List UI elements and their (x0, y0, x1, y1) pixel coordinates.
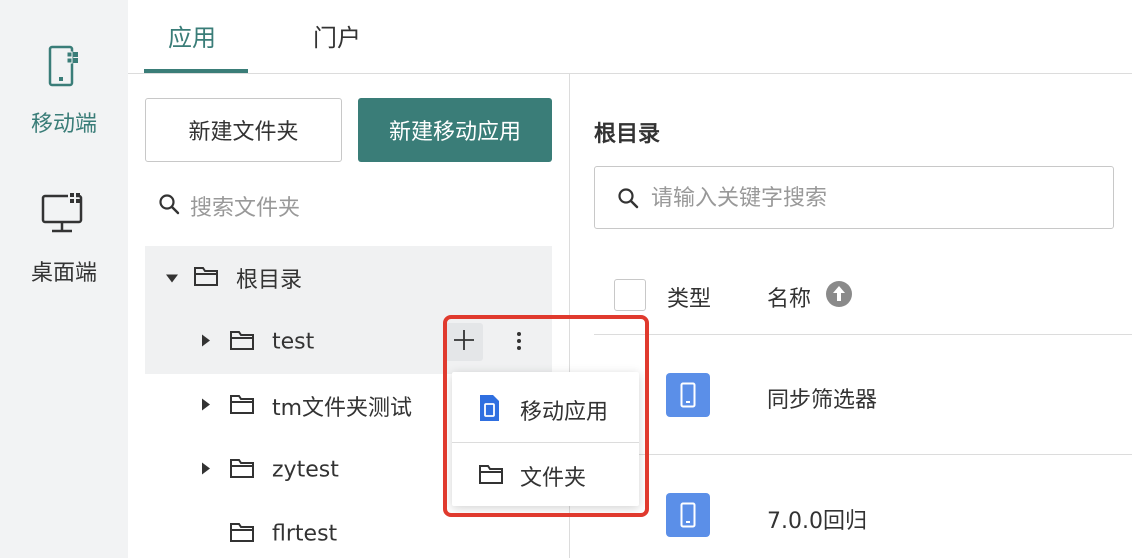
table-row-name[interactable]: 同步筛选器 (767, 382, 877, 414)
table-divider (594, 334, 1132, 335)
tab-bar: 应用 门户 (128, 0, 1132, 74)
select-all-checkbox[interactable] (614, 279, 646, 311)
tree-item-label: zytest (272, 457, 339, 483)
column-header-name[interactable]: 名称 (767, 281, 811, 313)
mobile-app-icon (666, 373, 710, 417)
folder-icon (229, 457, 255, 483)
folder-search-placeholder: 搜索文件夹 (190, 196, 301, 221)
sidebar-item-desktop[interactable]: 桌面端 (0, 186, 128, 286)
tab-portal[interactable]: 门户 (313, 18, 361, 53)
folder-icon (229, 329, 255, 355)
caret-right-icon[interactable] (201, 397, 211, 416)
sort-ascending-icon[interactable] (825, 280, 853, 312)
side-nav: 移动端 桌面端 (0, 0, 128, 558)
caret-down-icon[interactable] (165, 269, 179, 288)
search-input[interactable] (651, 179, 1091, 217)
tree-item-label: test (272, 329, 315, 355)
search-icon (158, 193, 180, 219)
caret-right-icon[interactable] (201, 333, 211, 352)
active-tab-indicator (144, 69, 248, 73)
folder-icon (229, 393, 255, 419)
keyword-search[interactable] (594, 166, 1114, 229)
page-title: 根目录 (594, 122, 661, 147)
sidebar-item-mobile[interactable]: 移动端 (0, 40, 128, 140)
folder-search[interactable]: 搜索文件夹 (158, 190, 300, 222)
folder-icon (229, 521, 255, 547)
tree-item-label: 根目录 (236, 268, 303, 293)
desktop-icon (40, 190, 88, 238)
tab-apps[interactable]: 应用 (168, 18, 216, 53)
annotation-highlight-box (443, 315, 649, 517)
search-icon (617, 187, 639, 213)
new-mobile-app-button[interactable]: 新建移动应用 (358, 98, 552, 162)
table-row-name[interactable]: 7.0.0回归 (767, 503, 867, 535)
sidebar-item-label: 桌面端 (30, 261, 97, 286)
column-header-type: 类型 (667, 287, 712, 312)
mobile-icon (47, 44, 81, 92)
folder-open-icon (193, 265, 219, 291)
tree-item-root[interactable]: 根目录 (145, 246, 552, 310)
mobile-app-icon (666, 493, 710, 537)
table-divider (594, 454, 1132, 455)
tree-item-label: tm文件夹测试 (272, 396, 413, 421)
caret-right-icon[interactable] (201, 461, 211, 480)
tree-item-label: flrtest (272, 521, 338, 547)
new-folder-button[interactable]: 新建文件夹 (145, 98, 342, 162)
sidebar-item-label: 移动端 (30, 112, 97, 137)
